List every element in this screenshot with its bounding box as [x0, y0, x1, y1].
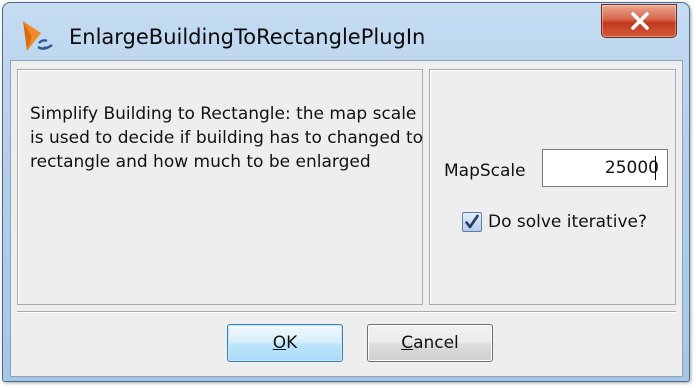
cancel-mnemonic: C	[401, 333, 414, 353]
description-text: Simplify Building to Rectangle: the map …	[30, 104, 424, 172]
button-separator	[17, 311, 676, 313]
ok-button[interactable]: OK	[227, 324, 343, 362]
iterative-label[interactable]: Do solve iterative?	[488, 212, 647, 232]
iterative-checkbox[interactable]	[462, 212, 482, 232]
description-panel: Simplify Building to Rectangle: the map …	[17, 69, 423, 305]
ok-mnemonic: O	[272, 333, 287, 353]
title-bar[interactable]: EnlargeBuildingToRectanglePlugIn	[3, 3, 689, 63]
jump-app-icon	[21, 17, 59, 55]
cancel-button[interactable]: Cancel	[367, 324, 493, 362]
window-title: EnlargeBuildingToRectanglePlugIn	[69, 25, 426, 49]
close-icon	[631, 12, 649, 30]
checkmark-icon	[465, 214, 479, 229]
close-button[interactable]	[601, 4, 677, 38]
dialog-body: Simplify Building to Rectangle: the map …	[10, 60, 683, 377]
cancel-label-rest: ancel	[413, 333, 459, 353]
text-caret	[655, 156, 656, 180]
settings-panel: MapScale Do solve iterative?	[429, 69, 676, 305]
map-scale-label: MapScale	[444, 161, 526, 181]
ok-label-rest: K	[286, 333, 298, 353]
map-scale-input[interactable]	[542, 149, 668, 187]
dialog-window: EnlargeBuildingToRectanglePlugIn Simplif…	[2, 2, 690, 382]
